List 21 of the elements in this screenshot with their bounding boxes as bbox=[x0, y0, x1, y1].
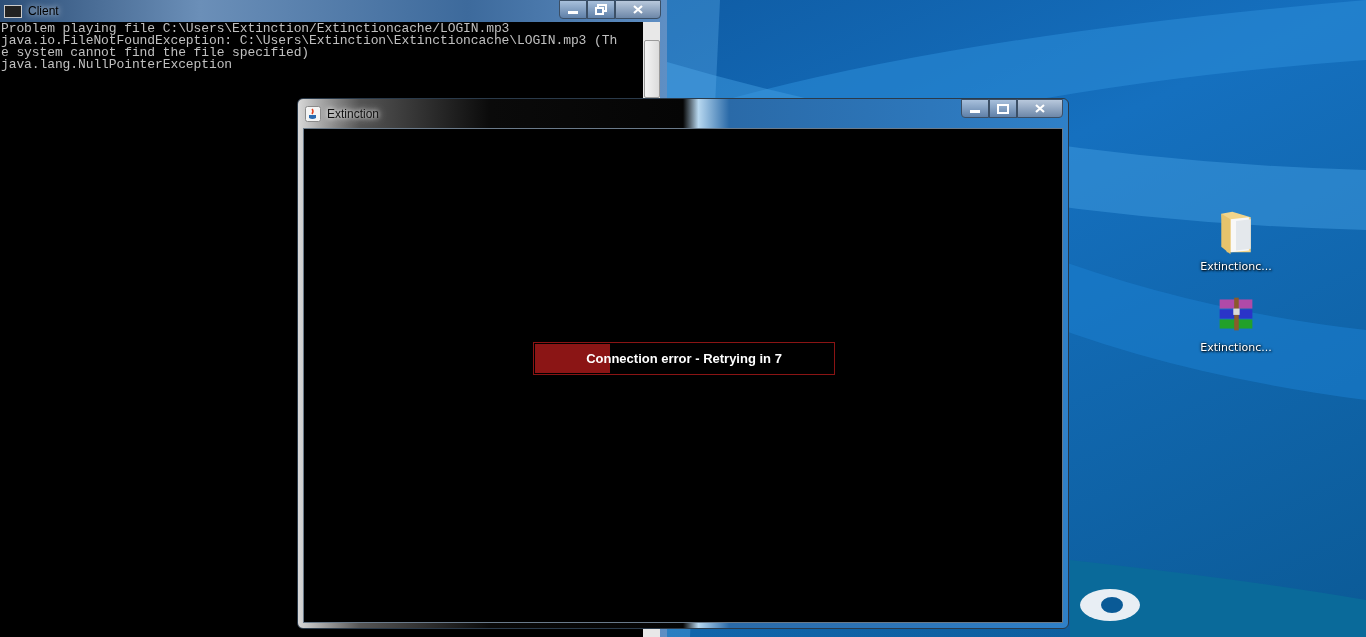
console-line: Problem playing file C:\Users\Extinction/Extinctioncache/LOGIN.mp3 bbox=[0, 23, 510, 35]
cup-icon bbox=[305, 105, 321, 122]
console-line: e system cannot find the file specified) bbox=[0, 47, 310, 59]
maximize-icon bbox=[997, 103, 1009, 114]
close-button[interactable] bbox=[1017, 99, 1063, 118]
close-icon bbox=[1035, 104, 1045, 113]
console-line: java.lang.NullPointerException bbox=[0, 59, 233, 71]
window-title: Client bbox=[28, 4, 59, 18]
status-text: Connection error - Retrying in 7 bbox=[586, 351, 782, 366]
window-title: Extinction bbox=[327, 106, 380, 121]
close-icon bbox=[633, 5, 643, 14]
icon-label[interactable]: Extinctionc... bbox=[1200, 341, 1272, 354]
restore-icon bbox=[595, 4, 607, 15]
icon-label[interactable]: Extinctionc... bbox=[1200, 260, 1272, 273]
maximize-button[interactable] bbox=[989, 99, 1017, 118]
console-icon bbox=[4, 4, 22, 18]
close-button[interactable] bbox=[615, 0, 661, 19]
minimize-button[interactable] bbox=[961, 99, 989, 118]
minimize-button[interactable] bbox=[559, 0, 587, 19]
restore-button[interactable] bbox=[587, 0, 615, 19]
console-line: java.io.FileNotFoundException: C:\Users\Extinction\Extinctioncache\LOGIN.mp3 (Th bbox=[0, 35, 619, 47]
